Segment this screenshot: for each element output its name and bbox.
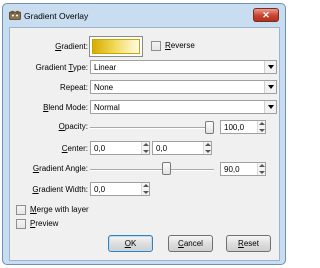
- gradient-width-value: 0,0: [94, 185, 106, 194]
- merge-with-layer-checkbox[interactable]: [16, 205, 26, 215]
- spinner-arrows-icon[interactable]: [203, 142, 211, 154]
- dialog-client-area: Gradient: Reverse Gradient Type: Linear …: [9, 27, 280, 261]
- gradient-swatch-button[interactable]: [89, 36, 143, 57]
- opacity-label: Opacity:: [58, 122, 88, 131]
- close-icon: ✕: [262, 10, 270, 20]
- blend-mode-select[interactable]: Normal: [90, 100, 277, 114]
- gradient-label: Gradient:: [55, 42, 88, 51]
- title-bar[interactable]: Gradient Overlay ✕: [3, 4, 285, 26]
- spinner-arrows-icon[interactable]: [141, 183, 149, 195]
- center-y-value: 0,0: [156, 144, 168, 153]
- repeat-label: Repeat:: [59, 83, 88, 92]
- gradient-angle-value: 90,0: [224, 165, 240, 174]
- repeat-value: None: [94, 83, 114, 92]
- opacity-slider-thumb[interactable]: [205, 121, 214, 134]
- preview-label: Preview: [30, 219, 59, 228]
- center-x-spinner[interactable]: 0,0: [90, 141, 150, 155]
- gimp-app-icon: [9, 10, 21, 20]
- ok-button[interactable]: OK: [108, 235, 153, 252]
- gradient-angle-slider-thumb[interactable]: [161, 162, 171, 175]
- spinner-arrows-icon[interactable]: [141, 142, 149, 154]
- gradient-angle-spinner[interactable]: 90,0: [220, 162, 266, 176]
- gradient-width-label: Gradient Width:: [32, 185, 88, 194]
- reset-button[interactable]: Reset: [226, 235, 271, 252]
- preview-checkbox[interactable]: [16, 219, 26, 229]
- gradient-type-label: Gradient Type:: [35, 63, 88, 72]
- reverse-label: Reverse: [165, 41, 195, 50]
- dialog-window: Gradient Overlay ✕ Gradient: Reverse Gra…: [2, 3, 286, 265]
- gradient-width-spinner[interactable]: 0,0: [90, 182, 150, 196]
- gradient-type-value: Linear: [94, 63, 117, 72]
- opacity-value: 100,0: [224, 123, 245, 132]
- spinner-arrows-icon[interactable]: [257, 163, 265, 175]
- window-title: Gradient Overlay: [24, 11, 89, 21]
- opacity-spinner[interactable]: 100,0: [220, 120, 266, 134]
- center-y-spinner[interactable]: 0,0: [152, 141, 212, 155]
- spinner-arrows-icon[interactable]: [257, 121, 265, 133]
- chevron-down-icon[interactable]: [264, 81, 276, 93]
- chevron-down-icon[interactable]: [264, 61, 276, 73]
- merge-with-layer-label: Merge with layer: [30, 205, 89, 214]
- gradient-angle-slider-track[interactable]: [90, 169, 214, 171]
- chevron-down-icon[interactable]: [264, 101, 276, 113]
- center-x-value: 0,0: [94, 144, 106, 153]
- close-button[interactable]: ✕: [253, 8, 279, 22]
- gradient-angle-label: Gradient Angle:: [32, 164, 88, 173]
- reverse-checkbox[interactable]: [151, 41, 161, 51]
- blend-mode-label: Blend Mode:: [43, 103, 88, 112]
- gradient-preview: [92, 39, 140, 54]
- blend-mode-value: Normal: [94, 103, 120, 112]
- opacity-slider-track[interactable]: [90, 127, 214, 129]
- gradient-type-select[interactable]: Linear: [90, 60, 277, 74]
- center-label: Center:: [61, 144, 88, 153]
- cancel-button[interactable]: Cancel: [168, 235, 213, 252]
- repeat-select[interactable]: None: [90, 80, 277, 94]
